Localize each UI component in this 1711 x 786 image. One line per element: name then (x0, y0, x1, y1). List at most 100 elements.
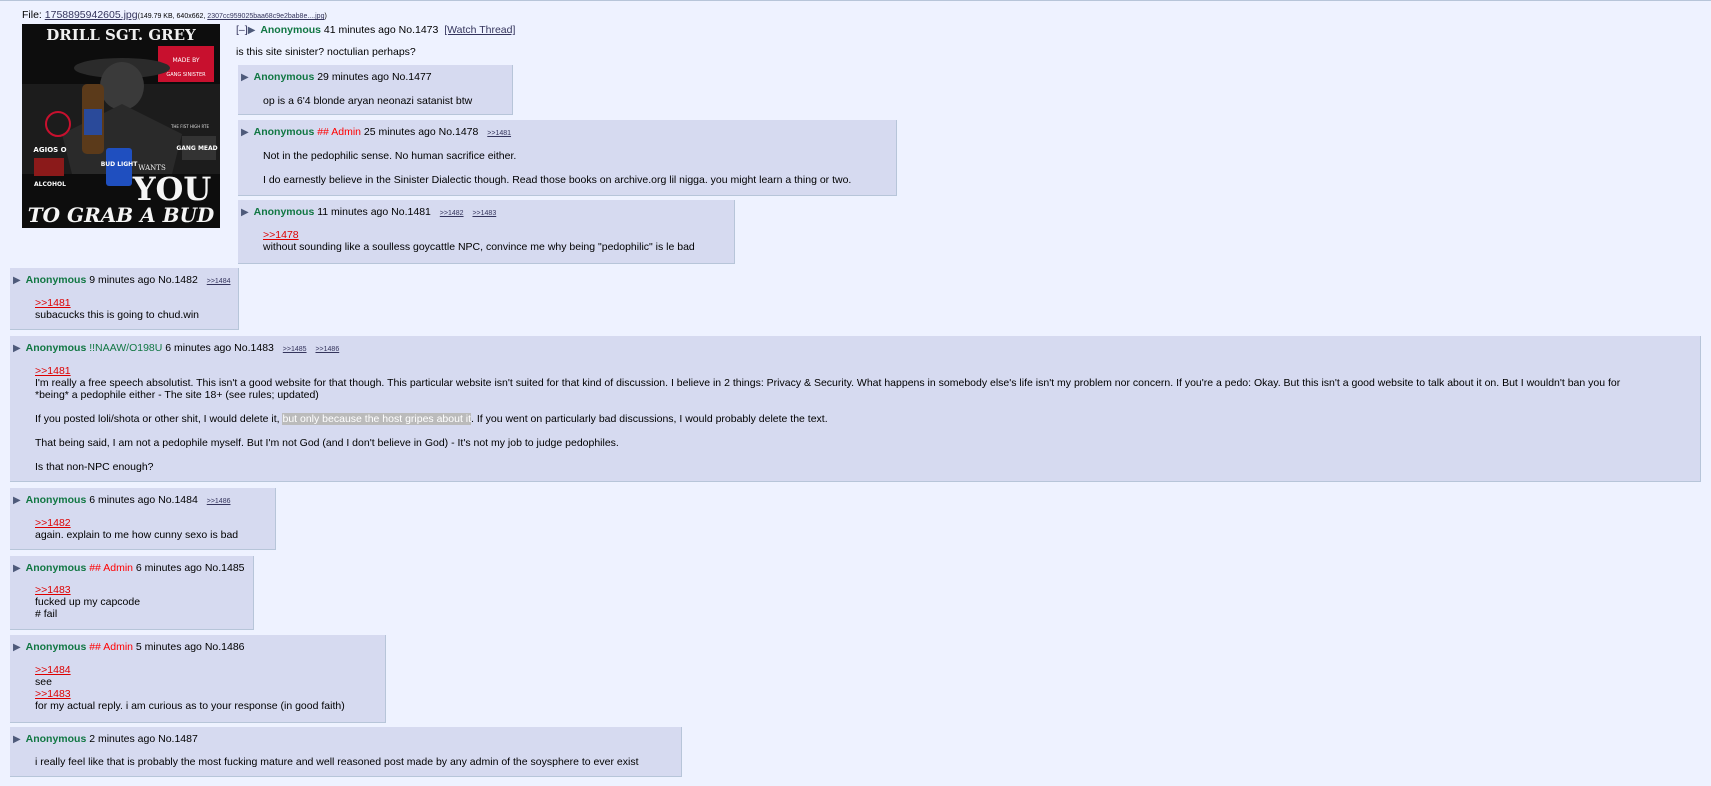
post-number[interactable]: No.1483 (234, 342, 274, 354)
message-line: Is that non-NPC enough? (35, 461, 154, 473)
reply-header: ▶ Anonymous ## Admin 25 minutes ago No.1… (241, 126, 511, 138)
message-line: I'm really a free speech absolutist. Thi… (35, 377, 1621, 389)
backlink[interactable]: >>1485 (283, 346, 307, 353)
file-link[interactable]: 1758895942605.jpg (45, 9, 138, 21)
post-menu-triangle-icon[interactable]: ▶ (248, 25, 256, 36)
post-menu-triangle-icon[interactable]: ▶ (13, 275, 21, 286)
reply-1482: ▶ Anonymous 9 minutes ago No.1482 >>1484… (10, 268, 239, 330)
image-text-gang-mead: GANG MEAD (176, 145, 217, 152)
post-number[interactable]: No.1473 (399, 24, 439, 36)
poster-name: Anonymous (260, 24, 321, 36)
reply-header: ▶ Anonymous 2 minutes ago No.1487 (13, 733, 198, 745)
file-meta-pre: (149.79 KB, 640x662, (137, 13, 208, 20)
image-text-gang: GANG SINISTER (166, 72, 206, 78)
post-time: 6 minutes ago (165, 342, 232, 354)
message-line: That being said, I am not a pedophile my… (35, 437, 619, 449)
reply-header: ▶ Anonymous 6 minutes ago No.1484 >>1486 (13, 494, 230, 506)
post-number[interactable]: No.1482 (158, 274, 198, 286)
poster-name: Anonymous (253, 71, 315, 83)
message-line: without sounding like a soulless goycatt… (263, 241, 695, 253)
message-line: I do earnestly believe in the Sinister D… (263, 174, 852, 186)
quote-link[interactable]: >>1478 (263, 229, 695, 241)
post-menu-triangle-icon[interactable]: ▶ (13, 343, 21, 354)
post-time: 2 minutes ago (89, 733, 156, 745)
op-image-art: DRILL SGT. GREY MADE BY GANG SINISTER BU… (22, 24, 220, 228)
reply-message: op is a 6'4 blonde aryan neonazi satanis… (263, 95, 472, 107)
quote-link[interactable]: >>1484 (35, 664, 345, 676)
op-image[interactable]: DRILL SGT. GREY MADE BY GANG SINISTER BU… (22, 24, 220, 228)
post-time: 5 minutes ago (135, 641, 202, 653)
op-header: [–]▶ Anonymous 41 minutes ago No.1473 [W… (236, 24, 515, 36)
backlink[interactable]: >>1481 (487, 130, 511, 137)
reply-1481: ▶ Anonymous 11 minutes ago No.1481 >>148… (238, 200, 735, 264)
backlink[interactable]: >>1482 (440, 210, 464, 217)
message-line: If you posted loli/shota or other shit, … (35, 413, 1675, 425)
image-text-grab: TO GRAB A BUD (28, 203, 215, 227)
file-original-name[interactable]: 2307cc959025baa68c9e2bab8e....jpg (207, 13, 324, 20)
post-number[interactable]: No.1485 (205, 562, 245, 574)
quote-link[interactable]: >>1481 (35, 297, 199, 309)
backlink[interactable]: >>1484 (207, 278, 231, 285)
file-meta-post: ) (324, 13, 327, 20)
backlink[interactable]: >>1486 (207, 498, 231, 505)
message-line: *being* a pedophile either - The site 18… (35, 389, 319, 401)
reply-header: ▶ Anonymous 29 minutes ago No.1477 (241, 71, 432, 83)
tripcode: !!NAAW/O198U (89, 342, 163, 354)
post-time: 29 minutes ago (317, 71, 390, 83)
message-line: Not in the pedophilic sense. No human sa… (263, 150, 517, 162)
admin-capcode: ## Admin (317, 126, 361, 138)
reply-1478: ▶ Anonymous ## Admin 25 minutes ago No.1… (238, 120, 897, 196)
post-menu-triangle-icon[interactable]: ▶ (13, 734, 21, 745)
watch-thread-link[interactable]: [Watch Thread] (444, 24, 515, 36)
image-text-top: DRILL SGT. GREY (46, 26, 196, 44)
post-number[interactable]: No.1486 (205, 641, 245, 653)
post-time: 41 minutes ago (323, 24, 396, 36)
message-line: subacucks this is going to chud.win (35, 309, 200, 321)
post-menu-triangle-icon[interactable]: ▶ (13, 563, 21, 574)
backlink[interactable]: >>1486 (315, 346, 339, 353)
reply-message: i really feel like that is probably the … (35, 756, 638, 768)
post-number[interactable]: No.1487 (158, 733, 198, 745)
poster-name: Anonymous (25, 562, 87, 574)
poster-name: Anonymous (25, 641, 87, 653)
poster-name: Anonymous (25, 274, 87, 286)
reply-1487: ▶ Anonymous 2 minutes ago No.1487 i real… (10, 727, 682, 777)
op-message: is this site sinister? noctulian perhaps… (236, 46, 416, 58)
reply-message: >>1482 again. explain to me how cunny se… (35, 517, 238, 541)
post-time: 9 minutes ago (89, 274, 156, 286)
post-menu-triangle-icon[interactable]: ▶ (241, 207, 249, 218)
quote-link[interactable]: >>1482 (35, 517, 238, 529)
message-line: again. explain to me how cunny sexo is b… (35, 529, 239, 541)
poster-name: Anonymous (25, 342, 87, 354)
message-line: op is a 6'4 blonde aryan neonazi satanis… (263, 95, 473, 107)
admin-capcode: ## Admin (89, 641, 133, 653)
reply-header: ▶ Anonymous 11 minutes ago No.1481 >>148… (241, 206, 496, 218)
message-line: fucked up my capcode (35, 596, 141, 608)
reply-message: >>1484 see >>1483 for my actual reply. i… (35, 664, 345, 712)
post-number[interactable]: No.1481 (391, 206, 431, 218)
post-time: 25 minutes ago (363, 126, 436, 138)
collapse-button[interactable]: [–] (236, 24, 248, 36)
message-text: . If you went on particularly bad discus… (471, 413, 828, 425)
file-label: File: (22, 9, 42, 21)
quote-link[interactable]: >>1481 (35, 365, 1675, 377)
post-menu-triangle-icon[interactable]: ▶ (13, 642, 21, 653)
post-number[interactable]: No.1478 (439, 126, 479, 138)
post-menu-triangle-icon[interactable]: ▶ (13, 495, 21, 506)
reply-1483: ▶ Anonymous !!NAAW/O198U 6 minutes ago N… (10, 336, 1701, 482)
post-menu-triangle-icon[interactable]: ▶ (241, 127, 249, 138)
reply-message: >>1483 fucked up my capcode # fail (35, 584, 140, 620)
reply-message: >>1481 subacucks this is going to chud.w… (35, 297, 199, 321)
reply-header: ▶ Anonymous !!NAAW/O198U 6 minutes ago N… (13, 342, 339, 354)
poster-name: Anonymous (25, 494, 87, 506)
post-number[interactable]: No.1477 (392, 71, 432, 83)
post-number[interactable]: No.1484 (158, 494, 198, 506)
quote-link[interactable]: >>1483 (35, 688, 345, 700)
post-menu-triangle-icon[interactable]: ▶ (241, 72, 249, 83)
image-text-alcohol: ALCOHOL (34, 181, 66, 188)
message-text: If you posted loli/shota or other shit, … (35, 413, 283, 425)
poster-name: Anonymous (25, 733, 87, 745)
backlink[interactable]: >>1483 (472, 210, 496, 217)
message-line: i really feel like that is probably the … (35, 756, 639, 768)
quote-link[interactable]: >>1483 (35, 584, 140, 596)
